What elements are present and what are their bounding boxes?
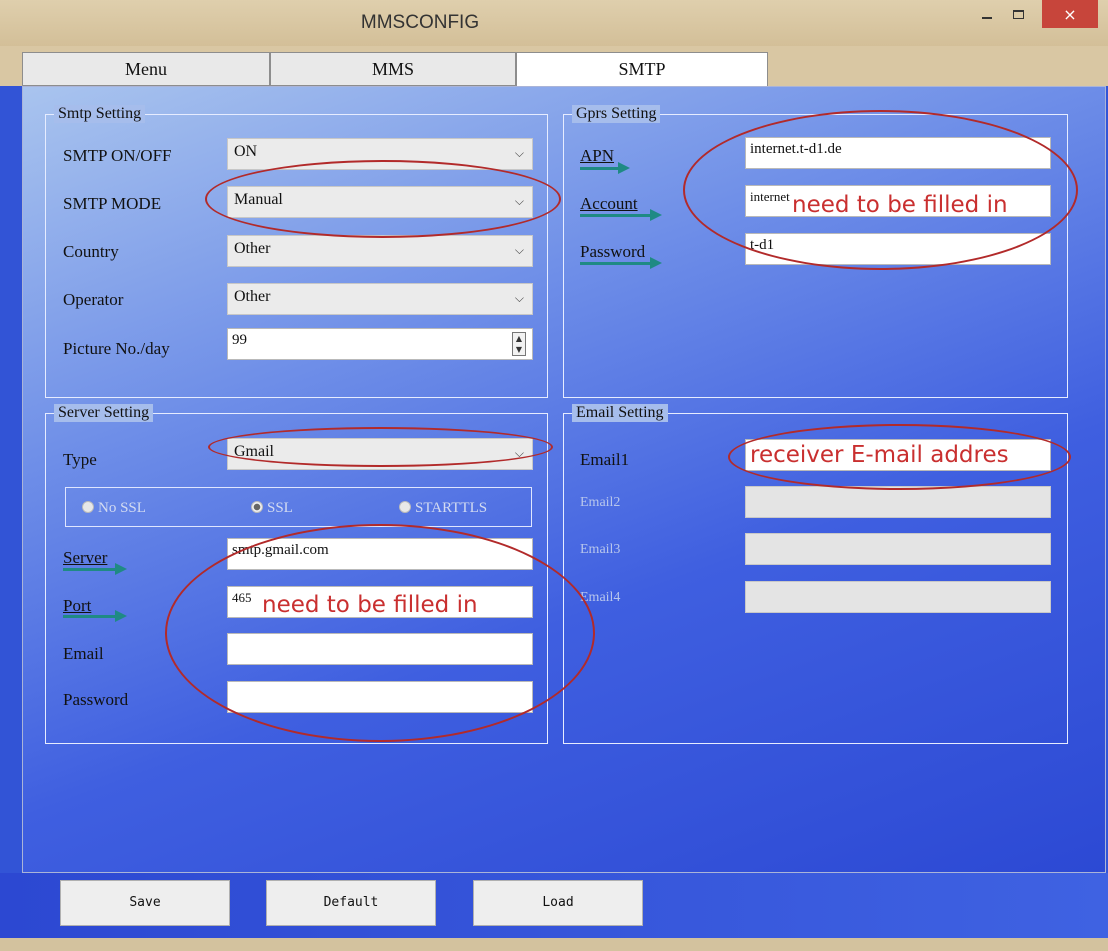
email2-label: Email2 [580,495,621,510]
radio-label: No SSL [98,500,146,516]
tab-menu[interactable]: Menu [22,52,270,86]
annotation-ellipse [683,110,1078,270]
close-icon: × [1063,4,1077,24]
server-email-label: Email [63,644,104,663]
chevron-down-icon: ⌵ [514,146,524,160]
operator-select[interactable]: Other ⌵ [227,283,533,315]
server-label: Server [63,548,108,567]
radio-ssl[interactable]: SSL [251,500,293,517]
radio-label: SSL [267,500,293,516]
ssl-radio-group: No SSL SSL STARTTLS [65,487,532,527]
spinner-icon[interactable]: ▲ ▼ [512,332,526,356]
group-title: Smtp Setting [54,105,146,123]
email3-label: Email3 [580,542,621,557]
radio-no-ssl[interactable]: No SSL [82,500,146,517]
load-button[interactable]: Load [473,880,643,926]
chevron-down-icon: ⌵ [514,243,524,257]
picture-per-day-value: 99 [232,332,247,348]
port-label: Port [63,596,92,615]
annotation-ellipse [165,524,595,742]
gprs-password-label: Password [580,242,646,261]
radio-icon [82,501,94,513]
smtp-onoff-label: SMTP ON/OFF [63,146,172,165]
maximize-icon [1012,9,1024,19]
window-bottom-border [0,938,1108,951]
operator-label: Operator [63,290,124,309]
email4-input [745,581,1051,613]
arrow-icon [580,162,630,174]
annotation-text-email: receiver E-mail addres [750,442,1009,468]
arrow-icon [580,257,662,269]
arrow-icon [63,563,127,575]
email1-label: Email1 [580,450,630,469]
picture-per-day-label: Picture No./day [63,339,170,358]
smtp-mode-label: SMTP MODE [63,194,162,213]
picture-per-day-input[interactable]: 99 ▲ ▼ [227,328,533,360]
country-value: Other [234,240,271,257]
country-select[interactable]: Other ⌵ [227,235,533,267]
server-password-label: Password [63,690,129,709]
close-button[interactable]: × [1042,0,1098,28]
annotation-ellipse [208,427,553,467]
title-bar: MMSCONFIG × [0,0,1108,46]
save-button[interactable]: Save [60,880,230,926]
window-title: MMSCONFIG [360,12,480,33]
annotation-ellipse [205,160,561,238]
operator-value: Other [234,288,271,305]
arrow-icon [63,610,127,622]
minimize-button[interactable] [972,0,1002,28]
radio-starttls[interactable]: STARTTLS [399,500,487,517]
radio-selected-icon [251,501,263,513]
email3-input [745,533,1051,565]
email2-input [745,486,1051,518]
apn-label: APN [580,146,615,165]
group-title: Email Setting [572,404,668,422]
default-button[interactable]: Default [266,880,436,926]
tab-smtp[interactable]: SMTP [516,52,768,86]
maximize-button[interactable] [1003,0,1033,28]
account-label: Account [580,194,638,213]
annotation-text-server: need to be filled in [262,592,478,618]
smtp-onoff-value: ON [234,143,258,160]
group-title: Gprs Setting [572,105,661,123]
radio-icon [399,501,411,513]
server-type-label: Type [63,450,97,469]
tab-mms[interactable]: MMS [270,52,516,86]
minimize-icon [982,17,992,19]
chevron-down-icon: ⌵ [514,291,524,305]
radio-label: STARTTLS [415,500,488,516]
annotation-text-gprs: need to be filled in [792,192,1008,218]
arrow-icon [580,209,662,221]
country-label: Country [63,242,119,261]
group-title: Server Setting [54,404,154,422]
